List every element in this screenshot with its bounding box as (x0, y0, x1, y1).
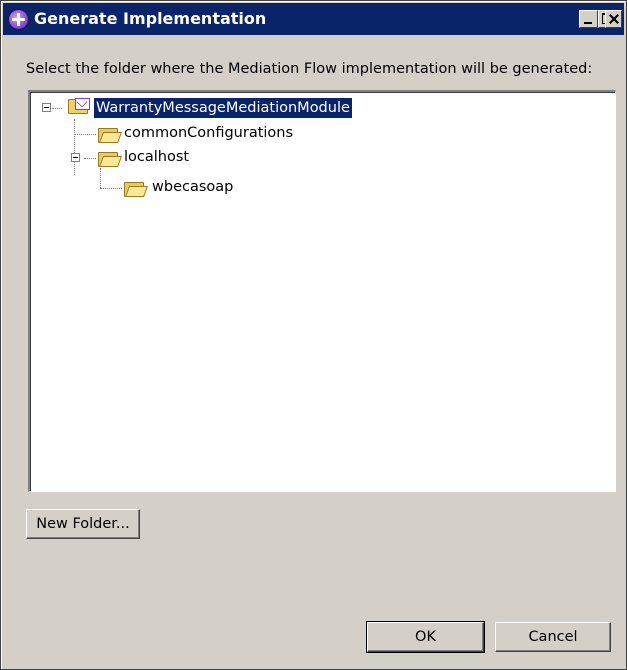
tree-item-wbecasoap[interactable]: wbecasoap (152, 176, 233, 198)
app-icon (9, 10, 28, 29)
window-title: Generate Implementation (34, 9, 267, 28)
tree-item-commonconfigurations[interactable]: commonConfigurations (124, 122, 293, 144)
tree-item-localhost[interactable]: localhost (124, 146, 189, 168)
tree-item-label: wbecasoap (152, 179, 234, 195)
folder-icon (98, 151, 123, 167)
tree-item-label: WarrantyMessageMediationModule (94, 98, 352, 118)
cancel-button[interactable]: Cancel (495, 622, 611, 652)
tree-connector (74, 119, 76, 175)
folder-icon (124, 181, 149, 197)
minimize-icon (584, 22, 592, 24)
instruction-text: Select the folder where the Mediation Fl… (26, 61, 593, 77)
tree-item-module[interactable]: WarrantyMessageMediationModule (94, 97, 352, 119)
tree-connector (100, 168, 102, 188)
module-icon (68, 98, 90, 118)
tree-item-label: localhost (124, 149, 190, 165)
folder-tree[interactable]: WarrantyMessageMediationModule commonCon… (28, 90, 616, 492)
minimize-button[interactable] (579, 10, 598, 28)
tree-connector (74, 134, 96, 136)
title-bar[interactable]: Generate Implementation (3, 3, 624, 35)
generate-implementation-dialog: Generate Implementation Select the folde… (0, 0, 627, 670)
tree-connector (84, 158, 96, 160)
close-button[interactable] (605, 10, 622, 28)
new-folder-button[interactable]: New Folder... (26, 509, 140, 539)
ok-button[interactable]: OK (367, 622, 484, 652)
tree-connector (52, 108, 62, 110)
tree-connector (100, 188, 122, 190)
collapse-toggle[interactable] (42, 103, 51, 112)
folder-icon (98, 127, 123, 143)
collapse-toggle[interactable] (71, 153, 80, 162)
tree-item-label: commonConfigurations (124, 125, 294, 141)
